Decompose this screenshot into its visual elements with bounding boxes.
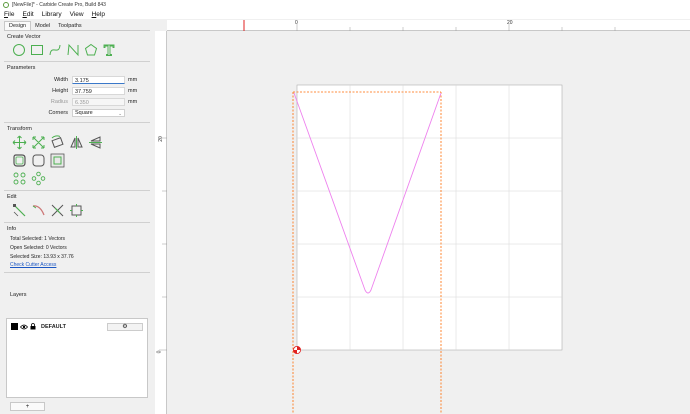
- corners-select[interactable]: Square ⌄: [72, 108, 125, 117]
- layer-settings-button[interactable]: ⚙: [107, 322, 143, 331]
- width-field[interactable]: 3.175: [72, 75, 125, 84]
- eye-icon[interactable]: [20, 324, 28, 330]
- left-panel: Design Model Toolpaths Create Vector Par…: [4, 20, 150, 414]
- flip-icon[interactable]: [88, 135, 103, 150]
- gear-icon: ⚙: [122, 324, 128, 330]
- layer-name: DEFAULT: [41, 323, 66, 330]
- radius-unit: mm: [128, 98, 138, 105]
- menu-library[interactable]: Library: [38, 11, 66, 18]
- corners-label: Corners: [48, 109, 68, 116]
- menu-view[interactable]: View: [66, 11, 88, 18]
- transform-title: Transform: [7, 126, 32, 132]
- parameters-title: Parameters: [7, 65, 36, 71]
- trim-icon[interactable]: [50, 203, 65, 218]
- align-box-icon[interactable]: [50, 153, 65, 168]
- list-item[interactable]: DEFAULT ⚙: [7, 321, 147, 332]
- tab-design[interactable]: Design: [4, 21, 32, 30]
- mirror-icon[interactable]: [69, 135, 84, 150]
- origin-icon: [292, 345, 301, 354]
- chevron-down-icon: ⌄: [118, 110, 122, 116]
- parameters-section: Parameters Width 3.175 mm Height 37.759 …: [4, 62, 150, 123]
- edit-title: Edit: [7, 194, 17, 200]
- knife-icon[interactable]: [31, 203, 46, 218]
- move-icon[interactable]: [12, 135, 27, 150]
- window-title: [NewFile]* - Carbide Create Pro, Build 8…: [12, 1, 106, 8]
- edit-section: Edit: [4, 191, 150, 223]
- scale-icon[interactable]: [31, 135, 46, 150]
- layers-list: DEFAULT ⚙: [6, 318, 148, 398]
- radius-label: Radius: [50, 98, 68, 105]
- canvas-drawing: [159, 20, 616, 414]
- tab-model[interactable]: Model: [31, 22, 54, 30]
- create-vector-section: Create Vector: [4, 31, 150, 62]
- circle-icon[interactable]: [12, 43, 26, 57]
- tab-toolpaths[interactable]: Toolpaths: [54, 22, 86, 30]
- info-section: Info Total Selected: 1 Vectors Open Sele…: [4, 223, 150, 273]
- text-icon[interactable]: [102, 43, 116, 57]
- height-label: Height: [52, 87, 68, 94]
- transform-section: Transform: [4, 123, 150, 191]
- add-layer-button[interactable]: +: [10, 402, 45, 411]
- offset-icon[interactable]: [12, 153, 27, 168]
- polyline-icon[interactable]: [66, 43, 80, 57]
- menu-bar: File Edit Library View Help: [0, 9, 690, 19]
- app-logo-icon: [3, 1, 9, 8]
- linear-pattern-icon[interactable]: [31, 171, 46, 186]
- rotate-icon[interactable]: [50, 135, 65, 150]
- curve-icon[interactable]: [48, 43, 62, 57]
- design-canvas[interactable]: 0 20 20 0: [155, 20, 690, 414]
- create-vector-title: Create Vector: [7, 34, 41, 40]
- width-unit: mm: [128, 76, 138, 83]
- layers-title: Layers: [10, 292, 27, 298]
- width-label: Width: [53, 76, 68, 83]
- radius-field: 6.350: [72, 97, 125, 106]
- menu-help[interactable]: Help: [88, 11, 109, 18]
- open-selected: Open Selected: 0 Vectors: [10, 245, 67, 251]
- height-unit: mm: [128, 87, 138, 94]
- check-cutter-access-link[interactable]: Check Cutter Access: [10, 262, 56, 268]
- title-bar: [NewFile]* - Carbide Create Pro, Build 8…: [0, 0, 690, 9]
- layer-color-swatch[interactable]: [11, 323, 18, 330]
- node-edit-icon[interactable]: [12, 203, 27, 218]
- panel-tabs: Design Model Toolpaths: [4, 20, 150, 30]
- selected-size: Selected Size: 13.93 x 37.76: [10, 254, 74, 260]
- lock-icon[interactable]: [30, 323, 36, 330]
- menu-file[interactable]: File: [0, 11, 19, 18]
- rectangle-icon[interactable]: [30, 43, 44, 57]
- info-title: Info: [7, 226, 17, 232]
- boundary-icon[interactable]: [69, 203, 84, 218]
- circle-pattern-icon[interactable]: [12, 171, 27, 186]
- menu-edit[interactable]: Edit: [19, 11, 38, 18]
- total-selected: Total Selected: 1 Vectors: [10, 236, 66, 242]
- round-corner-icon[interactable]: [31, 153, 46, 168]
- height-field[interactable]: 37.759: [72, 86, 125, 95]
- polygon-icon[interactable]: [84, 43, 98, 57]
